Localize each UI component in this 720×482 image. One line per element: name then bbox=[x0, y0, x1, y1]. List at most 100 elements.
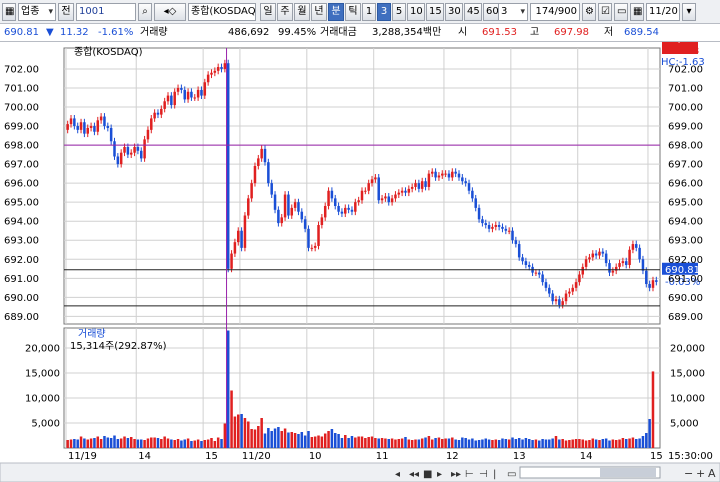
zoom-in-icon[interactable]: + bbox=[696, 467, 705, 480]
period-button[interactable]: 월 bbox=[294, 3, 310, 21]
date-input[interactable]: 11/20 bbox=[646, 3, 680, 21]
volume-bar bbox=[253, 429, 257, 448]
high-label: 고 bbox=[530, 27, 540, 38]
volume-bar bbox=[611, 439, 615, 448]
view-icon[interactable]: ▭ bbox=[507, 469, 516, 480]
volume-bar bbox=[430, 439, 434, 448]
volume-tick-right: 5,000 bbox=[670, 419, 699, 430]
price-tick-left: 690.00 bbox=[4, 293, 39, 304]
candle-body bbox=[598, 251, 601, 256]
period-button[interactable]: 일 bbox=[260, 3, 276, 21]
candle-body bbox=[611, 270, 615, 273]
range-start-icon[interactable]: ⊢ bbox=[465, 469, 474, 480]
minute-button[interactable]: 15 bbox=[426, 3, 444, 21]
candle-body bbox=[457, 173, 461, 178]
volume-bar bbox=[638, 438, 641, 448]
search-icon[interactable]: ⌕ bbox=[138, 3, 152, 21]
period-button[interactable]: 년 bbox=[311, 3, 327, 21]
scroll-last-icon[interactable]: ▸▸ bbox=[451, 469, 461, 480]
price-change: 11.32 bbox=[60, 27, 89, 38]
candle-body bbox=[451, 171, 454, 178]
price-tick-left: 694.00 bbox=[4, 217, 39, 228]
price-tick-left: 691.00 bbox=[4, 274, 39, 285]
category-select[interactable]: 업종 bbox=[18, 3, 56, 21]
volume-bar bbox=[377, 438, 380, 448]
separator-icon[interactable]: | bbox=[493, 469, 496, 480]
scroll-right-icon[interactable]: ▸ bbox=[437, 469, 442, 480]
candlestick-chart[interactable]: 690.81-0.03%15,314292.87% 689.00689.0069… bbox=[0, 34, 720, 482]
sound-icon[interactable]: ◂◇ bbox=[154, 3, 186, 21]
low-label: 저 bbox=[604, 27, 614, 38]
candle-body bbox=[568, 291, 571, 294]
candle-body bbox=[370, 179, 374, 184]
chart-area[interactable]: 690.81-0.03%15,314292.87% 689.00689.0069… bbox=[0, 34, 720, 482]
volume-bar bbox=[364, 438, 367, 448]
volume-bar bbox=[156, 438, 160, 448]
volume-bar bbox=[233, 416, 237, 448]
volume-bar bbox=[226, 330, 230, 448]
volume-bar bbox=[588, 440, 591, 448]
minute-button[interactable]: 30 bbox=[445, 3, 463, 21]
candle-body bbox=[200, 89, 203, 96]
candle-body bbox=[220, 67, 223, 69]
volume-bar bbox=[541, 439, 544, 448]
interval-select[interactable]: 3 bbox=[498, 3, 528, 21]
calendar-icon[interactable]: ▦ bbox=[630, 3, 644, 21]
date-picker-icon[interactable]: ▾ bbox=[682, 3, 696, 21]
candle-body bbox=[561, 301, 564, 305]
volume-bar bbox=[109, 438, 113, 448]
volume-bar bbox=[494, 439, 498, 448]
grid-icon[interactable]: ▦ bbox=[2, 3, 16, 21]
count-input[interactable]: 174/900 bbox=[530, 3, 580, 21]
candle-body bbox=[360, 190, 364, 201]
volume-bar bbox=[574, 439, 578, 448]
volume-bar bbox=[257, 426, 260, 448]
candle-body bbox=[377, 177, 380, 201]
code-input[interactable]: 1001 bbox=[76, 3, 136, 21]
range-end-icon[interactable]: ⊣ bbox=[479, 469, 488, 480]
volume-bar bbox=[213, 441, 217, 448]
prefix-button[interactable]: 전 bbox=[58, 3, 74, 21]
candle-body bbox=[638, 247, 641, 260]
scroll-left-icon[interactable]: ◂ bbox=[395, 469, 400, 480]
minute-button[interactable]: 45 bbox=[464, 3, 482, 21]
checkbox-icon[interactable]: ☑ bbox=[598, 3, 612, 21]
zoom-out-icon[interactable]: − bbox=[684, 467, 693, 480]
minute-button[interactable]: 5 bbox=[392, 3, 406, 21]
volume-bar bbox=[106, 437, 110, 448]
scrollbar-thumb[interactable] bbox=[600, 468, 656, 477]
candle-body bbox=[340, 211, 344, 214]
price-tick-left: 698.00 bbox=[4, 141, 39, 152]
volume-bar bbox=[247, 421, 250, 448]
candle-body bbox=[89, 126, 93, 128]
volume-bar bbox=[407, 439, 411, 448]
period-button[interactable]: 분 bbox=[328, 3, 344, 21]
volume-bar bbox=[384, 438, 387, 448]
candle-body bbox=[99, 116, 103, 121]
candle-body bbox=[327, 190, 330, 206]
candle-body bbox=[527, 264, 531, 267]
minute-button[interactable]: 3 bbox=[377, 3, 391, 21]
price-tick-right: 689.00 bbox=[668, 312, 703, 323]
candle-body bbox=[196, 89, 200, 98]
auto-scale-icon[interactable]: A bbox=[708, 467, 716, 480]
price-tick-left: 697.00 bbox=[4, 160, 39, 171]
minute-button[interactable]: 1 bbox=[362, 3, 376, 21]
candle-body bbox=[578, 274, 581, 283]
candle-body bbox=[517, 244, 521, 258]
settings-icon[interactable]: ⚙ bbox=[582, 3, 596, 21]
candle-body bbox=[357, 200, 360, 203]
candle-body bbox=[601, 251, 605, 254]
candle-body bbox=[193, 97, 197, 99]
stop-icon[interactable]: ■ bbox=[423, 469, 432, 480]
period-button[interactable]: 틱 bbox=[345, 3, 361, 21]
current-price: 690.81 bbox=[4, 27, 39, 38]
volume-bar bbox=[180, 440, 183, 448]
minute-button[interactable]: 10 bbox=[407, 3, 425, 21]
time-tick-label: 15 bbox=[205, 451, 218, 462]
window-icon[interactable]: ▭ bbox=[614, 3, 628, 21]
scroll-first-icon[interactable]: ◂◂ bbox=[409, 469, 419, 480]
period-button[interactable]: 주 bbox=[277, 3, 293, 21]
candle-body bbox=[410, 186, 414, 189]
candle-body bbox=[437, 175, 441, 178]
